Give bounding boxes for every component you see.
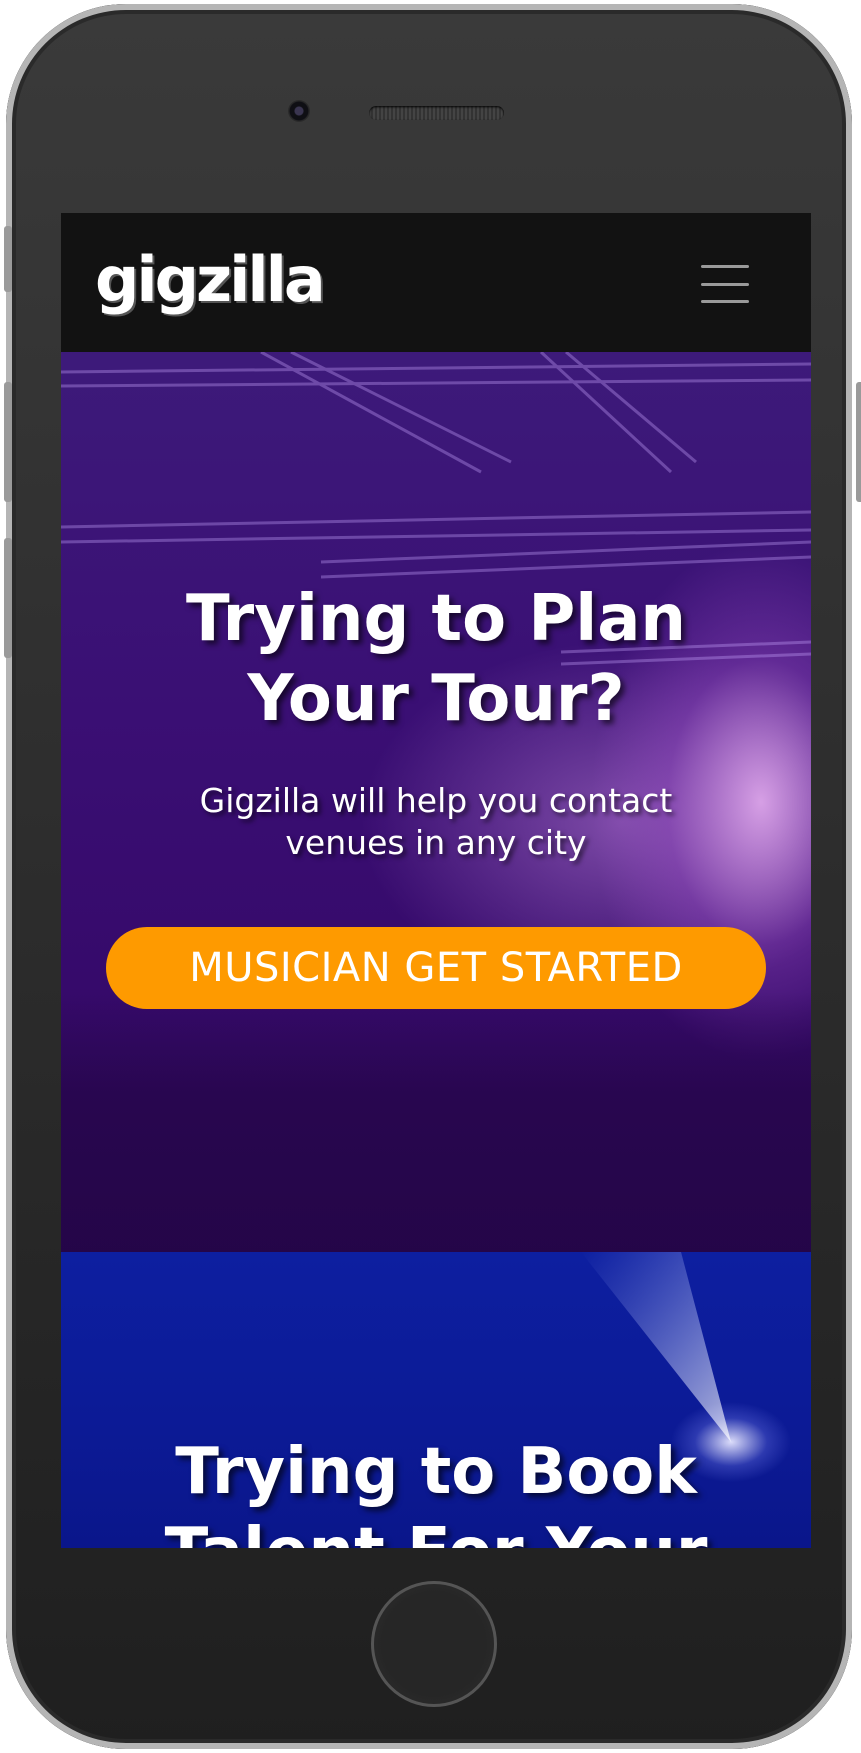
hamburger-menu-icon[interactable] xyxy=(701,265,749,303)
volume-up-button xyxy=(4,382,12,502)
earpiece-speaker xyxy=(369,106,504,120)
power-button xyxy=(856,382,861,502)
book-talent-title: Trying to Book Talent For Your xyxy=(165,1435,708,1548)
menu-bar-top xyxy=(701,265,749,268)
crowd-silhouette xyxy=(61,992,811,1252)
home-button xyxy=(371,1581,497,1707)
hero-title: Trying to Plan Your Tour? xyxy=(186,582,686,736)
volume-down-button xyxy=(4,538,12,658)
book-talent-section: Trying to Book Talent For Your xyxy=(61,1252,811,1548)
navbar: gigzilla xyxy=(61,213,811,352)
menu-bar-bottom xyxy=(701,300,749,303)
musician-get-started-button[interactable]: MUSICIAN GET STARTED xyxy=(106,927,766,1009)
mute-switch xyxy=(4,226,12,292)
hero-subtitle: Gigzilla will help you contact venues in… xyxy=(199,781,673,862)
phone-frame: gigzilla Trying to Plan Your Tour? Gigzi… xyxy=(4,4,861,1749)
phone-screen: gigzilla Trying to Plan Your Tour? Gigzi… xyxy=(61,213,811,1548)
hero-section: Trying to Plan Your Tour? Gigzilla will … xyxy=(61,352,811,1252)
front-camera xyxy=(288,100,310,122)
menu-bar-middle xyxy=(701,282,749,286)
brand-logo[interactable]: gigzilla xyxy=(95,243,326,316)
